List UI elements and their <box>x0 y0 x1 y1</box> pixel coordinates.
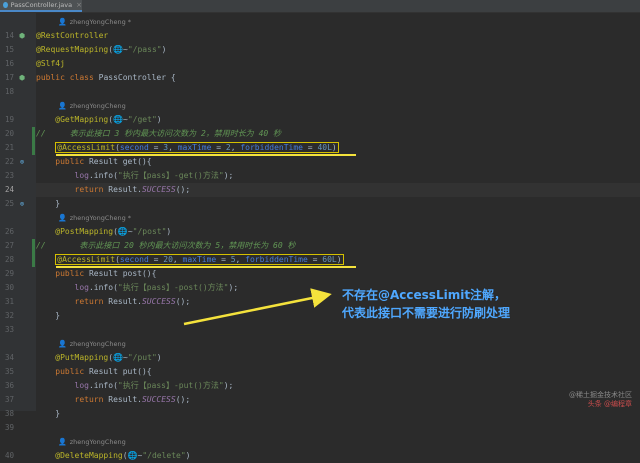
watermark: @稀土掘金技术社区 头条 @编程章 <box>569 391 632 409</box>
watermark-line-1: @稀土掘金技术社区 <box>569 391 632 399</box>
line-number: 39 <box>4 423 14 432</box>
watermark-line-2: 头条 @编程章 <box>587 400 632 408</box>
code-author-hint[interactable]: 👤 zhengYongCheng <box>36 435 640 449</box>
code-text: @DeleteMapping(🌐~"/delete") <box>36 449 191 463</box>
code-line[interactable]: 39 <box>5 421 640 435</box>
code-token: @DeleteMapping <box>55 451 123 460</box>
callout-arrow <box>183 288 332 326</box>
code-token: 🌐~ <box>127 451 143 460</box>
callout-arrow-line <box>183 288 332 326</box>
code-token: ) <box>185 451 191 460</box>
code-token: "/delete" <box>142 451 186 460</box>
line-number: 40 <box>4 451 14 460</box>
person-icon: 👤 <box>58 438 67 446</box>
author-name: zhengYongCheng <box>69 438 126 446</box>
code-line[interactable]: 40 @DeleteMapping(🌐~"/delete") <box>5 449 640 463</box>
author-hint: 👤 zhengYongCheng <box>58 435 126 449</box>
